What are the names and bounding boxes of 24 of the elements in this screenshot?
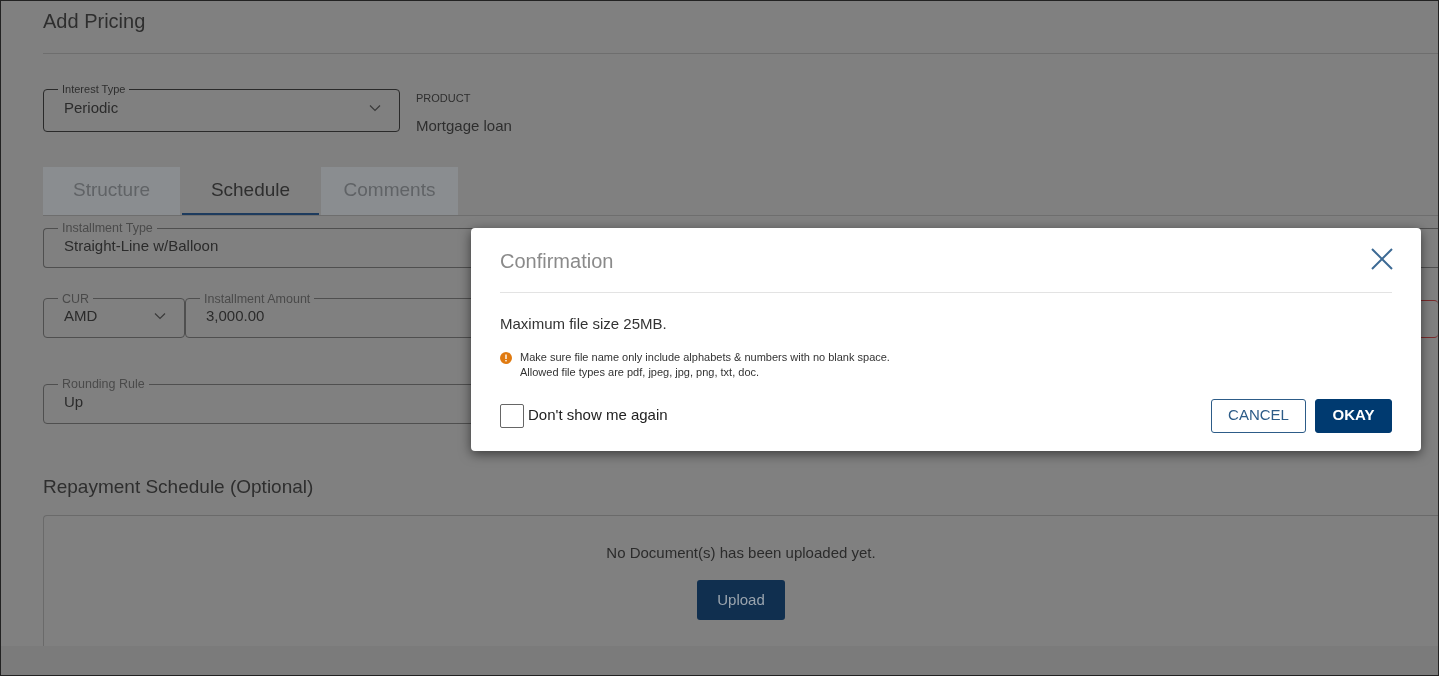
chevron-down-icon xyxy=(154,312,166,320)
field-value: 3,000.00 xyxy=(206,306,265,326)
field-label: PRODUCT xyxy=(416,91,472,106)
field-value: Straight-Line w/Balloon xyxy=(64,235,219,256)
dialog-title: Confirmation xyxy=(500,249,614,273)
upload-button[interactable]: Upload xyxy=(697,579,785,620)
warning-icon xyxy=(500,351,512,364)
checkbox[interactable] xyxy=(500,403,524,428)
okay-button[interactable]: OKAY xyxy=(1315,398,1392,433)
dropdown-field[interactable]: Interest Type Periodic xyxy=(43,84,400,132)
page-title: Add Pricing xyxy=(43,1,1438,54)
field-value: Mortgage loan xyxy=(416,115,512,136)
section-title: Repayment Schedule (Optional) xyxy=(43,475,315,499)
field-label: Interest Type xyxy=(61,84,127,95)
field-value: Periodic xyxy=(64,98,119,118)
chevron-down-icon xyxy=(369,104,381,112)
note-text: Allowed file types are pdf, jpeg, jpg, png, txt, doc. xyxy=(520,364,761,380)
note-text: Make sure file name only include alphabets & numbers with no blank space. xyxy=(520,349,890,365)
cancel-button[interactable]: CANCEL xyxy=(1211,398,1306,433)
empty-message: No Document(s) has been uploaded yet. xyxy=(605,543,877,564)
field-value: AMD xyxy=(64,306,98,326)
dialog-message: Maximum file size 25MB. xyxy=(500,314,668,334)
close-button[interactable] xyxy=(1370,246,1394,270)
field-value: Up xyxy=(64,391,84,412)
